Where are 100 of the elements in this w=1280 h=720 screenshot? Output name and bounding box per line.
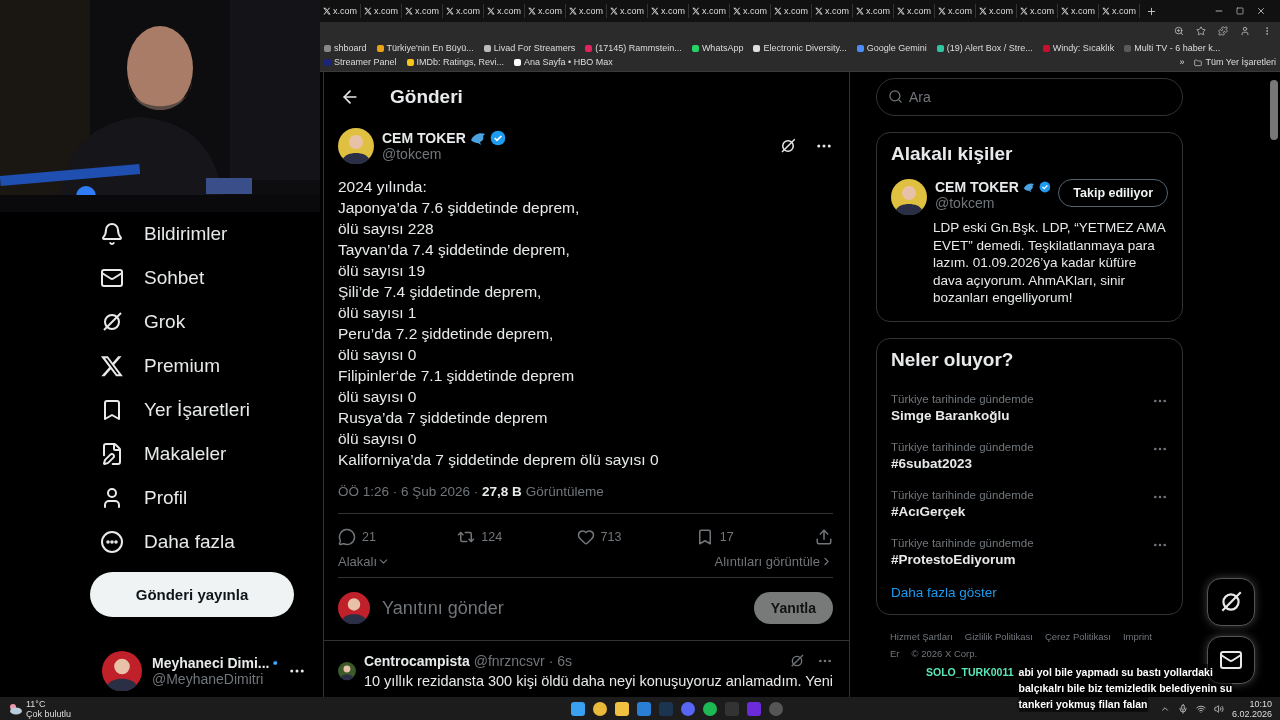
browser-tab[interactable]: x.com	[566, 4, 607, 18]
trend-topic[interactable]: Simge Barankoğlu	[891, 407, 1034, 423]
bookmark-link[interactable]: Google Gemini	[856, 43, 927, 54]
close-icon[interactable]	[1256, 6, 1266, 16]
trend-context: Türkiye tarihinde gündemde	[891, 440, 1034, 453]
bookmark-button[interactable]: 17	[695, 528, 806, 546]
browser-tab[interactable]: x.com	[1058, 4, 1099, 18]
app-icon[interactable]	[681, 701, 696, 716]
bookmark-link[interactable]: IMDb: Ratings, Revi...	[406, 57, 505, 68]
reply-button[interactable]: Yanıtla	[753, 592, 833, 624]
quotes-link[interactable]: Alıntıları görüntüle	[714, 554, 833, 569]
browser-tab[interactable]: x.com	[320, 4, 361, 18]
trend-context: Türkiye tarihinde gündemde	[891, 536, 1034, 549]
browser-tab[interactable]: x.com	[402, 4, 443, 18]
post-text-line: Kaliforniya’da 7 şiddetinde deprem ölü sayısı 0	[338, 450, 660, 470]
footer-link[interactable]: Gizlilik Politikası	[964, 630, 1033, 642]
zoom-icon[interactable]	[1174, 26, 1184, 36]
trend-topic[interactable]: #6subat2023	[891, 455, 1034, 471]
browser-tab[interactable]: x.com	[935, 4, 976, 18]
search-field[interactable]: Ara	[876, 78, 1183, 116]
footer-link[interactable]: Hizmet Şartları	[890, 630, 953, 642]
nav-item[interactable]: Yer İşaretleri	[90, 388, 260, 432]
star-icon[interactable]	[1196, 26, 1206, 36]
more-bookmarks[interactable]: »	[1179, 57, 1185, 68]
browser-tab[interactable]: x.com	[853, 4, 894, 18]
footer-link[interactable]: Imprint	[1122, 630, 1152, 642]
bookmark-link[interactable]: (17145) Rammstein...	[585, 43, 682, 54]
bookmark-link[interactable]: Electronic Diversity...	[753, 43, 847, 54]
share-button[interactable]	[815, 528, 833, 546]
bookmark-link[interactable]: Windy: Sıcaklık	[1042, 43, 1115, 54]
nav-item[interactable]: Premium	[90, 344, 230, 388]
browser-tab[interactable]: x.com	[894, 4, 935, 18]
browser-tab[interactable]: x.com	[525, 4, 566, 18]
bookmark-link[interactable]: Livad For Streamers	[483, 43, 576, 54]
nav-item[interactable]: Bildirimler	[90, 212, 238, 256]
bookmark-link[interactable]: Streamer Panel	[324, 57, 397, 68]
nav-item[interactable]: Grok	[90, 300, 196, 344]
nav-item[interactable]: Profil	[90, 476, 198, 520]
scrollbar-thumb[interactable]	[1270, 80, 1278, 140]
all-bookmarks-link[interactable]: Tüm Yer İşaretleri	[1194, 57, 1276, 68]
browser-tab[interactable]: x.com	[812, 4, 853, 18]
nav-item[interactable]: Makaleler	[90, 432, 237, 476]
x-logo-icon	[610, 7, 618, 15]
speaker-icon[interactable]	[1213, 703, 1224, 714]
person-handle: @tokcem	[935, 195, 996, 211]
browser-tab[interactable]: x.com	[976, 4, 1017, 18]
account-name: Meyhaneci Dimi...	[152, 655, 270, 671]
nav-item[interactable]: Daha fazla	[90, 520, 245, 564]
clock-time: 10:10	[1249, 698, 1272, 709]
x-logo-icon	[1061, 7, 1069, 15]
bookmark-link[interactable]: WhatsApp	[691, 43, 744, 54]
new-tab-icon[interactable]	[1146, 5, 1157, 17]
x-logo-icon	[323, 7, 331, 15]
post-text-line: Filipinler‘de 7.1 şiddetinde deprem	[338, 366, 576, 386]
folder-icon[interactable]	[615, 701, 630, 716]
like-button[interactable]: 713	[576, 528, 687, 546]
browser-tab[interactable]: x.com	[771, 4, 812, 18]
bookmark-link[interactable]: Ana Sayfa • HBO Max	[514, 57, 613, 68]
browser-tab[interactable]: x.com	[689, 4, 730, 18]
footer-link[interactable]: Çerez Politikası	[1044, 630, 1111, 642]
browser-tab[interactable]: x.com	[443, 4, 484, 18]
microphone-icon[interactable]	[1177, 703, 1188, 714]
footer-link[interactable]: Er	[890, 647, 900, 659]
search-icon	[888, 89, 903, 104]
x-logo-icon	[569, 7, 577, 15]
x-logo-icon	[774, 7, 782, 15]
app-icon[interactable]	[703, 701, 718, 716]
network-icon[interactable]	[1195, 703, 1206, 714]
post-button[interactable]: Gönderi yayınla	[90, 572, 294, 617]
x-logo-icon	[364, 7, 372, 15]
profile-icon[interactable]	[1240, 26, 1250, 36]
browser-tab[interactable]: x.com	[607, 4, 648, 18]
browser-tab[interactable]: x.com	[1099, 4, 1140, 18]
bookmark-link[interactable]: Türkiye'nin En Büyü...	[376, 43, 474, 54]
app-icon[interactable]	[637, 701, 652, 716]
bookmark-link[interactable]: Multi TV - 6 haber k...	[1124, 43, 1221, 54]
bookmark-link[interactable]: shboard	[324, 43, 367, 54]
start-icon[interactable]	[571, 701, 586, 716]
browser-tab[interactable]: x.com	[484, 4, 525, 18]
reply-button[interactable]: 21	[338, 528, 448, 546]
grok-button[interactable]	[1207, 578, 1255, 626]
maximize-icon[interactable]	[1236, 7, 1244, 15]
x-logo-icon	[100, 354, 124, 378]
puzzle-icon[interactable]	[1218, 26, 1228, 36]
browser-tab[interactable]: x.com	[648, 4, 689, 18]
bookmark-link[interactable]: (19) Alert Box / Stre...	[936, 43, 1033, 54]
sort-dropdown[interactable]: Alakalı	[338, 554, 391, 569]
browser-icon[interactable]	[593, 701, 608, 716]
browser-tab[interactable]: x.com	[730, 4, 771, 18]
trend-topic[interactable]: #ProtestoEdiyorum	[891, 551, 1034, 567]
post-text-line: 2024 yılında:	[338, 177, 428, 197]
trend-topic[interactable]: #AcıGerçek	[891, 503, 1034, 519]
nav-item[interactable]: Sohbet	[90, 256, 215, 300]
browser-tab[interactable]: x.com	[361, 4, 402, 18]
repost-button[interactable]: 124	[457, 528, 568, 546]
browser-tab[interactable]: x.com	[1017, 4, 1058, 18]
author-handle: @fnrzncsvr	[473, 653, 545, 669]
show-more-link[interactable]: Daha fazla göster	[891, 584, 1168, 600]
reply-field[interactable]: Yanıtını gönder	[380, 596, 744, 620]
post-meta: ÖÖ 1:26 · 6 Şub 2026 · 27,8 B Görüntüleme	[338, 484, 605, 499]
